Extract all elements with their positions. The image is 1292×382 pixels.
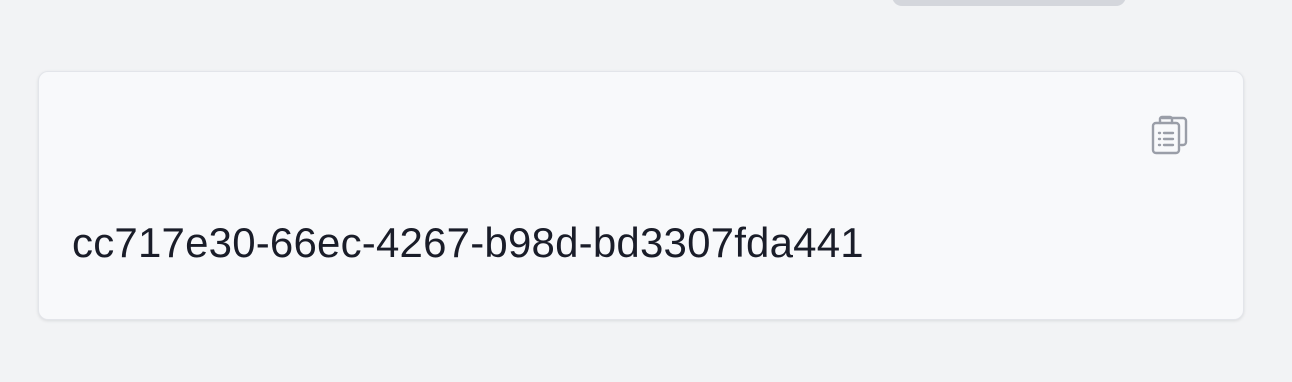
page: cc717e30-66ec-4267-b98d-bd3307fda441	[0, 0, 1292, 382]
copy-button[interactable]	[1147, 108, 1191, 158]
clipboard-icon	[1150, 111, 1188, 155]
uuid-value: cc717e30-66ec-4267-b98d-bd3307fda441	[72, 219, 864, 266]
top-pill-button[interactable]	[892, 0, 1126, 6]
uuid-card: cc717e30-66ec-4267-b98d-bd3307fda441	[38, 71, 1244, 320]
